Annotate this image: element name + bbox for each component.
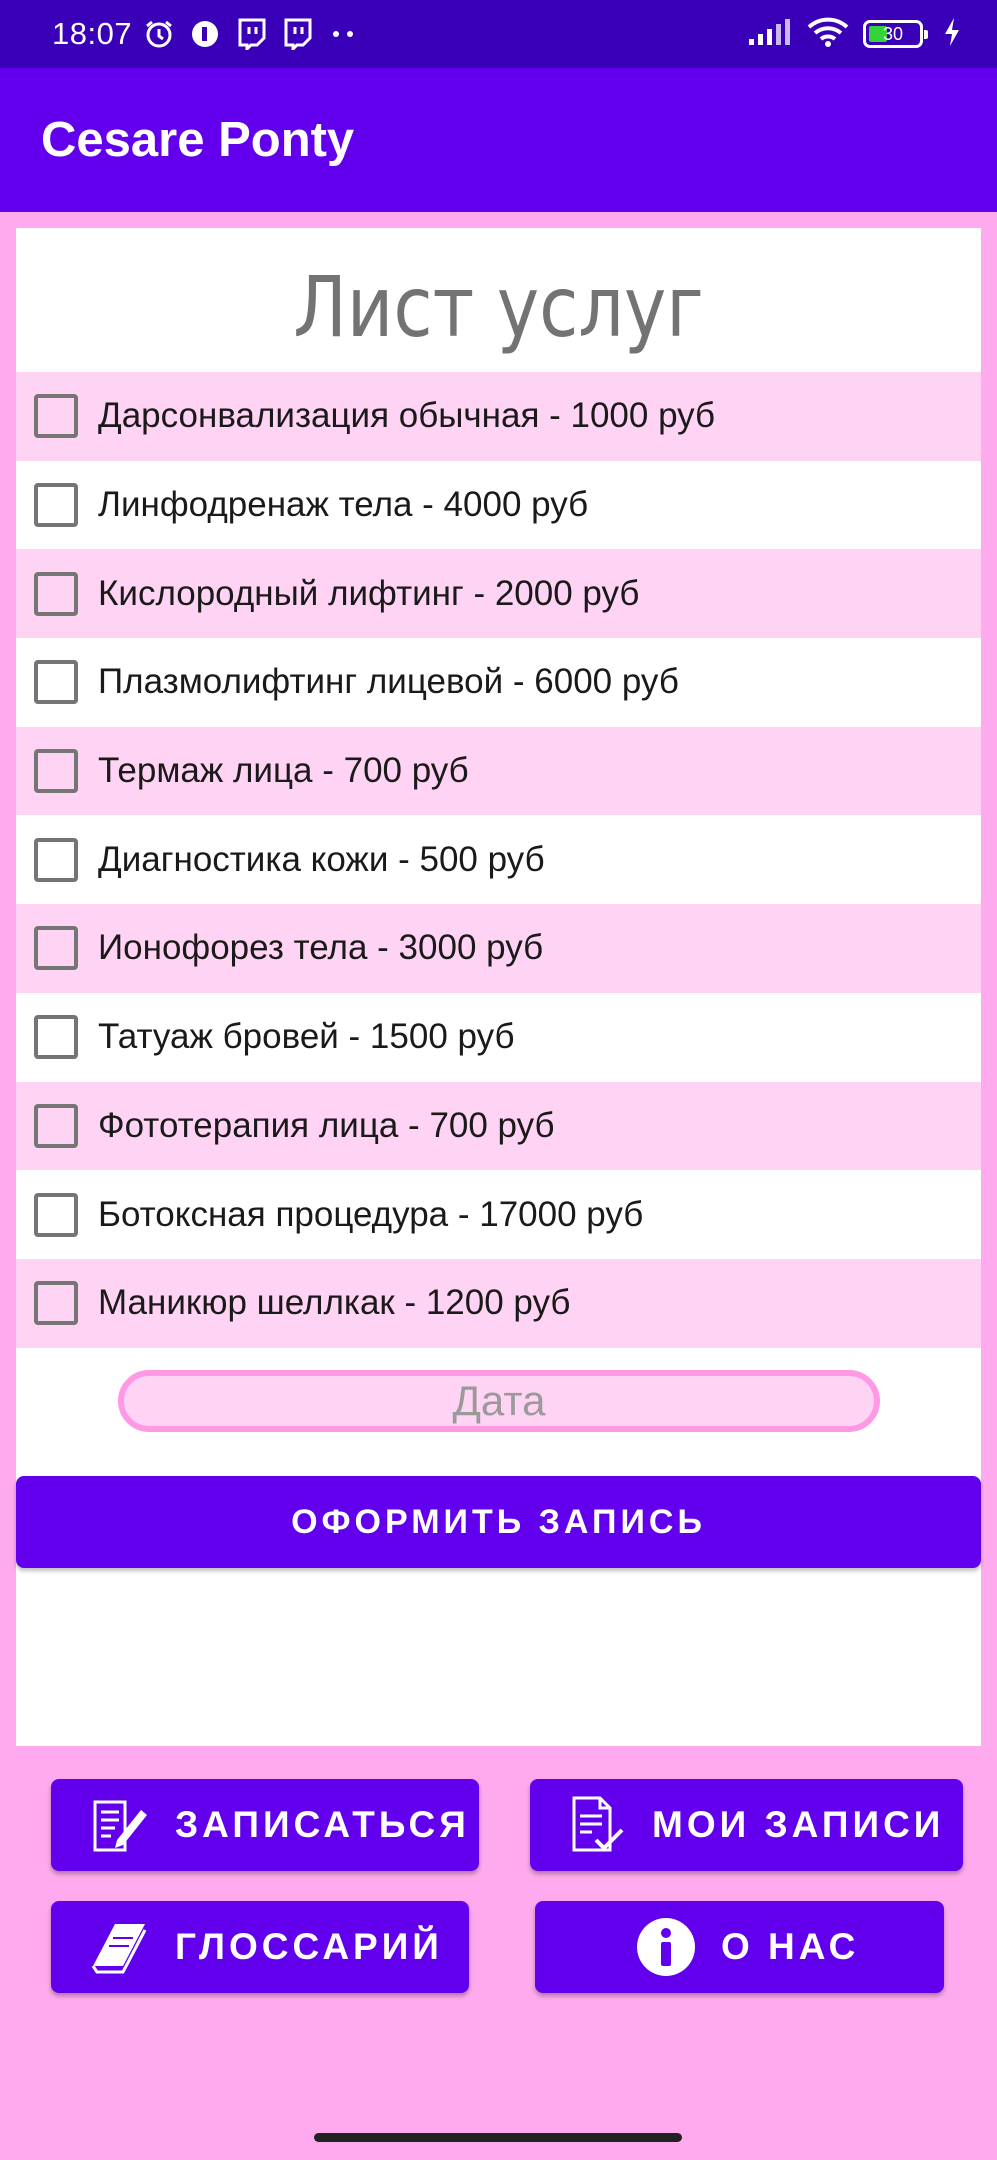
- service-label: Маникюр шеллкак - 1200 руб: [98, 1283, 571, 1323]
- book-appointment-button[interactable]: ОФОРМИТЬ ЗАПИСЬ: [16, 1476, 981, 1568]
- service-sheet-card: Лист услуг Дарсонвализация обычная - 100…: [16, 228, 981, 1746]
- service-checkbox[interactable]: [34, 926, 78, 971]
- service-item[interactable]: Термаж лица - 700 руб: [16, 726, 981, 816]
- service-item[interactable]: Линфодренаж тела - 4000 руб: [16, 460, 981, 550]
- notification-app-icon: [188, 17, 222, 51]
- more-dots-icon: [326, 17, 360, 51]
- status-system-icons: 30: [747, 16, 961, 53]
- twitch-icon: [234, 17, 268, 51]
- service-item[interactable]: Дарсонвализация обычная - 1000 руб: [16, 372, 981, 461]
- service-checkbox[interactable]: [34, 837, 78, 882]
- status-bar: 18:07 30: [0, 0, 997, 68]
- service-checkbox[interactable]: [34, 1281, 78, 1326]
- status-time: 18:07: [52, 16, 133, 51]
- glossary-label: ГЛОССАРИЙ: [175, 1926, 443, 1967]
- service-checkbox[interactable]: [34, 483, 78, 528]
- about-label: О НАС: [721, 1926, 860, 1967]
- service-item[interactable]: Диагностика кожи - 500 руб: [16, 815, 981, 905]
- date-field[interactable]: Дата: [118, 1370, 880, 1432]
- wifi-icon: [807, 16, 849, 53]
- service-label: Татуаж бровей - 1500 руб: [98, 1017, 515, 1057]
- signup-button[interactable]: ЗАПИСАТЬСЯ: [51, 1779, 479, 1871]
- service-list: Дарсонвализация обычная - 1000 руб Линфо…: [16, 372, 981, 1348]
- service-label: Диагностика кожи - 500 руб: [98, 839, 545, 879]
- service-label: Термаж лица - 700 руб: [98, 751, 469, 791]
- charging-icon: [943, 17, 961, 52]
- my-records-button[interactable]: МОИ ЗАПИСИ: [530, 1779, 963, 1871]
- service-item[interactable]: Ботоксная процедура - 17000 руб: [16, 1170, 981, 1259]
- sheet-title: Лист услуг: [293, 258, 704, 356]
- edit-document-icon: [89, 1794, 151, 1856]
- service-item[interactable]: Кислородный лифтинг - 2000 руб: [16, 549, 981, 639]
- service-checkbox[interactable]: [34, 571, 78, 616]
- twitch-icon: [280, 17, 314, 51]
- about-button[interactable]: О НАС: [535, 1901, 944, 1993]
- service-label: Дарсонвализация обычная - 1000 руб: [98, 396, 716, 436]
- service-label: Плазмолифтинг лицевой - 6000 руб: [98, 662, 679, 702]
- signup-label: ЗАПИСАТЬСЯ: [175, 1804, 470, 1845]
- service-item[interactable]: Плазмолифтинг лицевой - 6000 руб: [16, 638, 981, 727]
- checklist-document-icon: [566, 1794, 628, 1856]
- app-title: Cesare Ponty: [41, 113, 355, 167]
- service-label: Кислородный лифтинг - 2000 руб: [98, 573, 640, 613]
- glossary-button[interactable]: ГЛОССАРИЙ: [51, 1901, 469, 1993]
- book-icon: [89, 1916, 151, 1978]
- service-checkbox[interactable]: [34, 1015, 78, 1060]
- home-indicator[interactable]: [314, 2133, 682, 2142]
- app-bar: Cesare Ponty: [0, 68, 997, 212]
- service-checkbox[interactable]: [34, 1192, 78, 1237]
- service-checkbox[interactable]: [34, 394, 78, 439]
- service-label: Ионофорез тела - 3000 руб: [98, 928, 544, 968]
- battery-icon: 30: [863, 20, 928, 48]
- service-checkbox[interactable]: [34, 660, 78, 705]
- service-checkbox[interactable]: [34, 749, 78, 794]
- info-icon: [635, 1916, 697, 1978]
- service-item[interactable]: Фототерапия лица - 700 руб: [16, 1081, 981, 1171]
- service-label: Ботоксная процедура - 17000 руб: [98, 1194, 644, 1234]
- service-item[interactable]: Татуаж бровей - 1500 руб: [16, 992, 981, 1082]
- my-records-label: МОИ ЗАПИСИ: [652, 1804, 945, 1845]
- service-checkbox[interactable]: [34, 1103, 78, 1148]
- service-label: Линфодренаж тела - 4000 руб: [98, 485, 589, 525]
- signal-icon: [747, 17, 793, 52]
- status-notification-icons: [142, 17, 360, 51]
- alarm-icon: [142, 17, 176, 51]
- service-item[interactable]: Маникюр шеллкак - 1200 руб: [16, 1258, 981, 1348]
- service-label: Фототерапия лица - 700 руб: [98, 1105, 555, 1145]
- service-item[interactable]: Ионофорез тела - 3000 руб: [16, 904, 981, 993]
- battery-level: 30: [882, 23, 904, 44]
